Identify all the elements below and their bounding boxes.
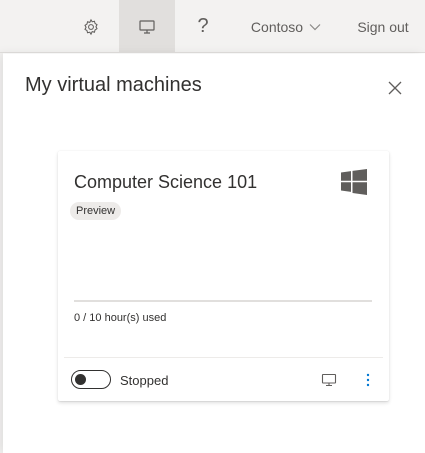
usage-text: 0 / 10 hour(s) used xyxy=(74,312,167,324)
tenant-label: Contoso xyxy=(250,18,304,35)
sign-out-link[interactable]: Sign out xyxy=(348,0,418,53)
virtual-machines-button[interactable] xyxy=(119,0,175,53)
close-icon xyxy=(388,81,402,95)
sign-out-label: Sign out xyxy=(357,18,409,35)
gear-icon xyxy=(84,18,98,35)
help-icon: ? xyxy=(197,15,209,37)
more-options-button[interactable] xyxy=(358,369,378,391)
monitor-icon xyxy=(321,373,337,387)
more-vertical-icon xyxy=(366,373,370,387)
vm-title: Computer Science 101 xyxy=(74,172,258,192)
top-bar: ? Contoso Sign out xyxy=(0,0,425,53)
tenant-dropdown[interactable]: Contoso xyxy=(240,0,332,53)
chevron-down-icon xyxy=(309,23,321,30)
settings-button[interactable] xyxy=(64,0,118,53)
preview-badge: Preview xyxy=(70,202,122,220)
toggle-knob xyxy=(75,374,86,385)
panel-title: My virtual machines xyxy=(25,74,202,96)
connect-button[interactable] xyxy=(318,369,340,391)
vm-power-toggle[interactable] xyxy=(71,370,111,389)
monitor-icon xyxy=(139,19,155,34)
vm-card: Computer Science 101 Preview 0 / 10 hour… xyxy=(58,151,389,401)
windows-logo-icon xyxy=(341,169,367,195)
close-button[interactable] xyxy=(383,76,407,100)
help-button[interactable]: ? xyxy=(176,0,230,53)
usage-progress-bar xyxy=(74,300,372,302)
card-divider xyxy=(64,357,383,358)
virtual-machines-panel: My virtual machines Computer Science 101… xyxy=(3,54,425,453)
vm-state-label: Stopped xyxy=(120,373,169,388)
